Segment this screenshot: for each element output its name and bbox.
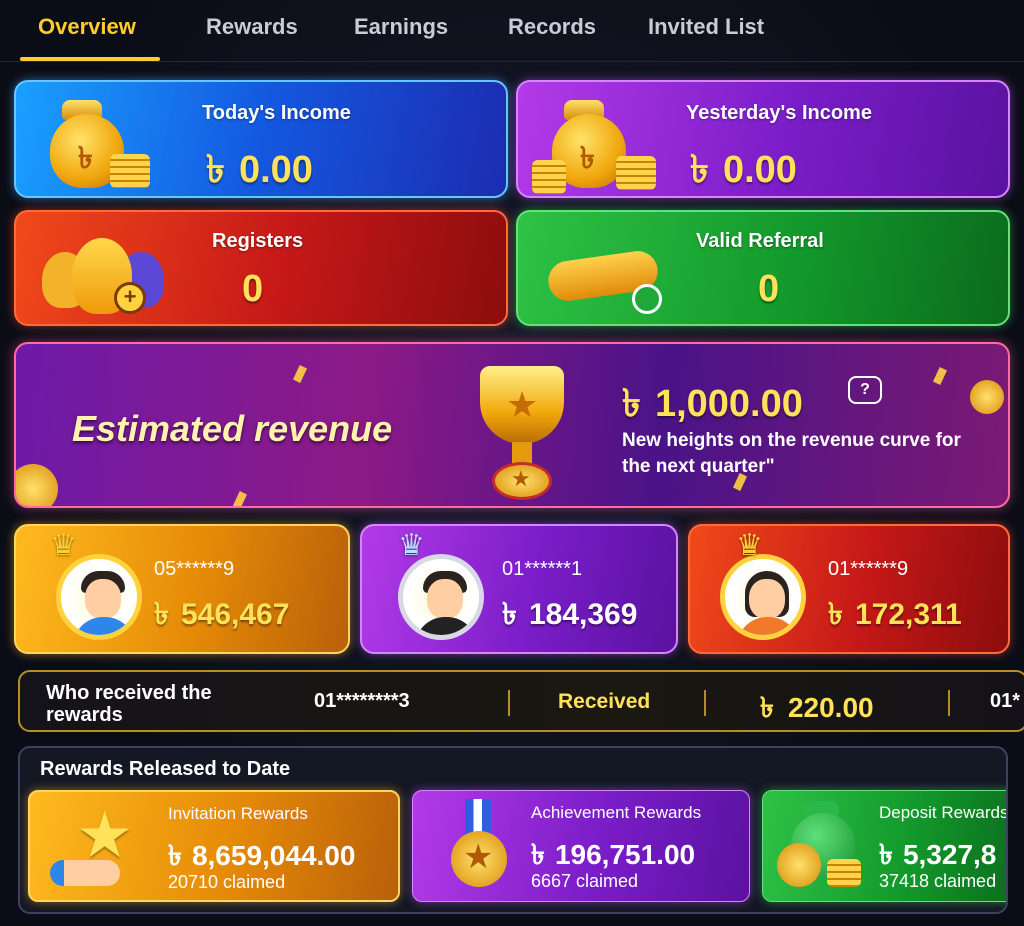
help-icon[interactable]: ? xyxy=(848,376,882,404)
page: Overview Rewards Earnings Records Invite… xyxy=(0,0,1024,926)
star-hand-icon: ★ xyxy=(50,799,150,894)
deposit-rewards-card[interactable]: Deposit Rewards ৳ 5,327,8 37418 claimed xyxy=(762,790,1008,902)
avatar xyxy=(398,554,484,640)
earner-masked-id: 01******1 xyxy=(502,558,583,580)
yesterday-income-value: ৳ 0.00 xyxy=(690,149,797,191)
reward-label: Invitation Rewards xyxy=(168,804,308,823)
yesterday-income-label: Yesterday's Income xyxy=(686,102,872,124)
crown-icon: ♛ xyxy=(398,529,425,562)
ticker-amount: ৳ 220.00 xyxy=(760,692,874,723)
tab-bar: Overview Rewards Earnings Records Invite… xyxy=(0,0,1024,62)
crown-icon: ♛ xyxy=(50,529,77,562)
coin-icon xyxy=(970,380,1004,414)
ticker-status: Received xyxy=(558,690,651,713)
reward-label: Achievement Rewards xyxy=(531,803,702,822)
users-add-icon: + xyxy=(42,232,182,322)
top-earner-card: ♛ 01******1 ৳ 184,369 xyxy=(360,524,678,654)
avatar xyxy=(56,554,142,640)
registers-label: Registers xyxy=(212,230,304,252)
ticker-label-line2: rewards xyxy=(46,704,123,726)
valid-referral-value: 0 xyxy=(758,268,780,310)
banner-text-line1: New heights on the revenue curve for xyxy=(622,430,961,451)
earner-amount: ৳ 184,369 xyxy=(502,598,638,631)
yesterday-income-card: ৳ Yesterday's Income ৳ 0.00 xyxy=(516,80,1010,198)
earner-masked-id: 01******9 xyxy=(828,558,909,580)
reward-claimed: 37418 claimed xyxy=(879,871,997,891)
banner-text-line2: the next quarter" xyxy=(622,456,775,477)
tab-overview[interactable]: Overview xyxy=(38,14,136,40)
top-earner-card: ♛ 05******9 ৳ 546,467 xyxy=(14,524,350,654)
today-income-label: Today's Income xyxy=(202,102,351,124)
crown-icon: ♛ xyxy=(736,529,763,562)
registers-value: 0 xyxy=(242,268,264,310)
money-bag-icon: ৳ xyxy=(42,100,162,190)
banner-amount: ৳ 1,000.00 xyxy=(622,383,803,425)
active-tab-indicator xyxy=(20,57,160,61)
avatar xyxy=(720,554,806,640)
medal-icon: ★ xyxy=(443,799,533,895)
reward-ticker: Who received the rewards 01********3 Rec… xyxy=(18,670,1024,732)
reward-claimed: 20710 claimed xyxy=(168,872,286,892)
tab-rewards[interactable]: Rewards xyxy=(206,14,298,40)
tab-invited-list[interactable]: Invited List xyxy=(648,14,764,40)
tab-records[interactable]: Records xyxy=(508,14,596,40)
estimated-revenue-banner: Estimated revenue ★ ★ ৳ 1,000.00 ? New he… xyxy=(14,342,1010,508)
rewards-released-section: Rewards Released to Date ★ Invitation Re… xyxy=(18,746,1008,914)
banner-title: Estimated revenue xyxy=(72,408,393,449)
earner-amount: ৳ 172,311 xyxy=(828,598,962,631)
top-earner-card: ♛ 01******9 ৳ 172,311 xyxy=(688,524,1010,654)
coin-icon xyxy=(16,464,58,506)
achievement-rewards-card[interactable]: ★ Achievement Rewards ৳ 196,751.00 6667 c… xyxy=(412,790,750,902)
green-money-bag-icon xyxy=(777,801,873,897)
section-title: Rewards Released to Date xyxy=(40,758,291,780)
tab-earnings[interactable]: Earnings xyxy=(354,14,448,40)
ticker-label-line1: Who received the xyxy=(46,682,212,704)
invitation-rewards-card[interactable]: ★ Invitation Rewards ৳ 8,659,044.00 20710… xyxy=(28,790,400,902)
trophy-icon: ★ ★ xyxy=(434,358,614,506)
handshake-icon xyxy=(545,236,668,320)
reward-claimed: 6667 claimed xyxy=(531,871,639,891)
money-bag-icon: ৳ xyxy=(532,100,664,194)
valid-referral-card: Valid Referral 0 xyxy=(516,210,1010,326)
ticker-masked-id: 01********3 xyxy=(314,690,410,712)
earner-amount: ৳ 546,467 xyxy=(154,598,290,631)
valid-referral-label: Valid Referral xyxy=(696,230,824,252)
today-income-value: ৳ 0.00 xyxy=(206,149,313,191)
registers-card: + Registers 0 xyxy=(14,210,508,326)
earner-masked-id: 05******9 xyxy=(154,558,235,580)
today-income-card: ৳ Today's Income ৳ 0.00 xyxy=(14,80,508,198)
reward-label: Deposit Rewards xyxy=(879,803,1008,822)
ticker-next-id: 01* xyxy=(990,690,1021,712)
